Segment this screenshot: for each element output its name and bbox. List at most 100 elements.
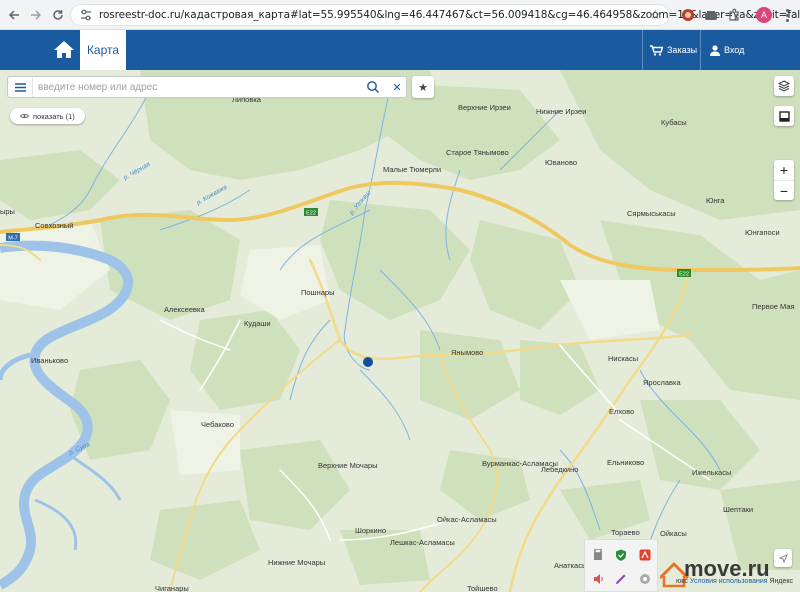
place-label: Янымово: [451, 348, 483, 357]
antivirus-icon[interactable]: [639, 548, 651, 561]
reload-icon: [53, 10, 63, 20]
search-button[interactable]: [364, 78, 382, 96]
bookmark-star-icon[interactable]: ☆: [649, 7, 661, 23]
place-label: Ижелькасы: [692, 468, 731, 477]
place-label: Кудаши: [244, 319, 271, 328]
place-label: Пошнары: [301, 288, 334, 297]
place-label: Нижние Мочары: [268, 558, 325, 567]
favorites-button[interactable]: ★: [412, 76, 434, 98]
extension-icon[interactable]: [680, 7, 696, 23]
place-label: Шоркино: [355, 526, 386, 535]
show-results-label: показать (1): [33, 111, 75, 121]
svg-text:E22: E22: [306, 211, 316, 217]
security-shield-icon[interactable]: [615, 548, 627, 561]
site-settings-icon[interactable]: [79, 8, 93, 22]
header-divider: [700, 30, 701, 70]
back-button[interactable]: [4, 5, 24, 25]
location-marker[interactable]: [363, 357, 373, 367]
tab-map[interactable]: Карта: [80, 30, 126, 70]
map-attribution: юкс Условия использования Яндекс: [676, 578, 793, 585]
place-label: Ярославка: [643, 378, 681, 387]
clear-button[interactable]: ✕: [388, 78, 406, 96]
terms-link[interactable]: Условия использования: [690, 578, 768, 585]
show-results-button[interactable]: показать (1): [10, 108, 85, 124]
header-divider: [642, 30, 643, 70]
user-icon: [710, 44, 720, 56]
place-label: Юнга: [706, 196, 725, 205]
road-shield: M-7: [6, 233, 20, 242]
place-label: Кубасы: [661, 118, 687, 127]
square-icon: [778, 110, 790, 122]
place-label: Алексеевка: [164, 305, 205, 314]
site-header: Карта Заказы Вход: [0, 30, 800, 70]
place-label: Нижние Ирзеи: [536, 107, 586, 116]
hamburger-icon: [14, 82, 26, 92]
place-label: Совхозный: [35, 221, 74, 230]
road-shield: E22: [677, 269, 691, 278]
forward-button[interactable]: [26, 5, 46, 25]
speaker-icon[interactable]: [593, 572, 605, 584]
system-tray-popup: [584, 539, 658, 592]
login-label: Вход: [724, 45, 745, 55]
extension-two-icon[interactable]: [704, 9, 718, 21]
arrow-right-icon: [31, 10, 42, 20]
extensions-puzzle-icon[interactable]: [727, 8, 741, 22]
cart-icon: [650, 44, 663, 56]
place-label: Верхние Ирзеи: [458, 103, 511, 112]
svg-text:M-7: M-7: [8, 236, 17, 242]
place-label: Старое Тянымово: [446, 148, 509, 157]
search-bar: ✕: [7, 76, 407, 98]
eye-icon: [20, 113, 29, 119]
place-label: Елхово: [609, 407, 634, 416]
place-label: Юнгапоси: [745, 228, 780, 237]
place-label: Верхние Мочары: [318, 461, 378, 470]
square-view-button[interactable]: [774, 106, 794, 126]
place-label: Тораево: [611, 528, 640, 537]
place-label: Тойшево: [467, 584, 498, 592]
layers-button[interactable]: [774, 76, 794, 96]
address-bar[interactable]: rosreestr-doc.ru/кадастровая_карта#lat=5…: [70, 4, 800, 26]
search-icon: [367, 81, 380, 94]
place-label: Ельниково: [607, 458, 644, 467]
place-label: Юваново: [545, 158, 577, 167]
place-label: Лебедкино: [541, 465, 578, 474]
place-label: Лешкас-Асламасы: [390, 538, 455, 547]
zoom-out-button[interactable]: −: [774, 181, 794, 201]
road-shield: E22: [304, 208, 318, 217]
zoom-control: + −: [774, 160, 794, 200]
place-label: Нискасы: [608, 354, 638, 363]
usb-icon[interactable]: [593, 548, 603, 560]
home-icon[interactable]: [52, 38, 76, 62]
place-label: Сярмыськасы: [627, 209, 676, 218]
orders-label: Заказы: [667, 45, 698, 55]
place-label: Иваньково: [31, 356, 68, 365]
place-label: Чебаково: [201, 420, 234, 429]
place-label: Малые Тюмерли: [383, 165, 441, 174]
tab-map-label: Карта: [86, 43, 120, 57]
pen-icon[interactable]: [615, 572, 627, 584]
place-label: Анаткасы: [554, 561, 587, 570]
browser-toolbar: rosreestr-doc.ru/кадастровая_карта#lat=5…: [0, 0, 800, 30]
map-canvas[interactable]: E22 M-7 E22 р. Чёрная р. Кожважа р. Утка…: [0, 70, 800, 592]
map-view[interactable]: E22 M-7 E22 р. Чёрная р. Кожважа р. Утка…: [0, 70, 800, 592]
place-label: Шептаки: [723, 505, 753, 514]
close-icon: ✕: [392, 81, 402, 94]
attribution-prefix: юкс: [676, 578, 688, 585]
place-label: ыры: [0, 207, 15, 216]
profile-avatar[interactable]: A: [756, 7, 772, 23]
star-icon: ★: [418, 81, 428, 94]
place-label: Чиганары: [155, 584, 189, 592]
orders-link[interactable]: Заказы: [650, 30, 697, 70]
login-link[interactable]: Вход: [710, 30, 744, 70]
app-tray-icon[interactable]: [639, 572, 651, 584]
layers-icon: [778, 80, 790, 92]
place-label: Первое Мая: [752, 302, 795, 311]
zoom-in-button[interactable]: +: [774, 160, 794, 181]
menu-button[interactable]: [8, 77, 33, 97]
arrow-left-icon: [8, 10, 19, 20]
place-label: Ойкасы: [660, 529, 687, 538]
browser-menu-icon[interactable]: [782, 6, 792, 24]
place-label: Ойкас-Асламасы: [437, 515, 497, 524]
search-input[interactable]: [38, 79, 358, 95]
reload-button[interactable]: [48, 5, 68, 25]
